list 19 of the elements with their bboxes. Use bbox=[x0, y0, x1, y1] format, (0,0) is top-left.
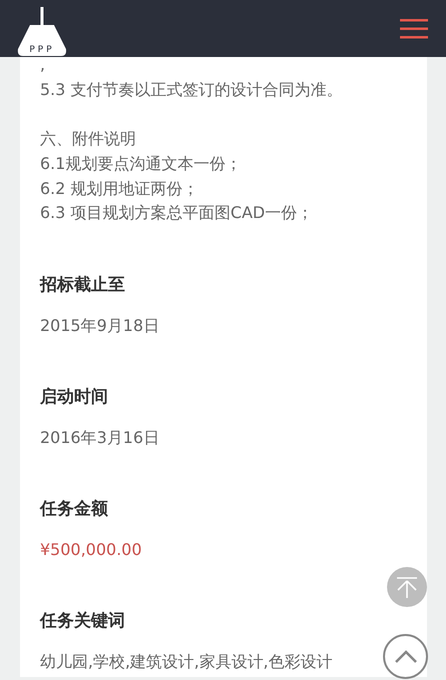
field-value: 2016年3月16日 bbox=[40, 426, 160, 449]
description-text: 5.3 支付节奏以正式签订的设计合同为准。 bbox=[40, 80, 343, 99]
field-label: 任务关键词 bbox=[40, 610, 125, 633]
logo-text: PPP bbox=[28, 45, 56, 55]
description-text: 6.3 项目规划方案总平面图CAD一份； bbox=[40, 203, 313, 222]
field-label: 招标截止至 bbox=[40, 274, 125, 297]
chevron-up-icon bbox=[394, 650, 418, 664]
menu-button[interactable] bbox=[400, 18, 428, 38]
field-value: 2015年9月18日 bbox=[40, 314, 160, 337]
field-value: 幼儿园,学校,建筑设计,家具设计,色彩设计 bbox=[40, 650, 332, 673]
description-text: , bbox=[40, 57, 46, 74]
description-text: 6.1规划要点沟通文本一份； bbox=[40, 154, 242, 173]
description-text: 六、附件说明 bbox=[40, 129, 136, 148]
menu-icon bbox=[400, 18, 428, 38]
top-arrow-icon bbox=[395, 575, 419, 599]
field-label: 启动时间 bbox=[40, 386, 108, 409]
description-text: 6.2 规划用地证两份； bbox=[40, 178, 199, 198]
field-label: 任务金额 bbox=[40, 498, 108, 521]
amount-value: ¥500,000.00 bbox=[40, 538, 142, 561]
